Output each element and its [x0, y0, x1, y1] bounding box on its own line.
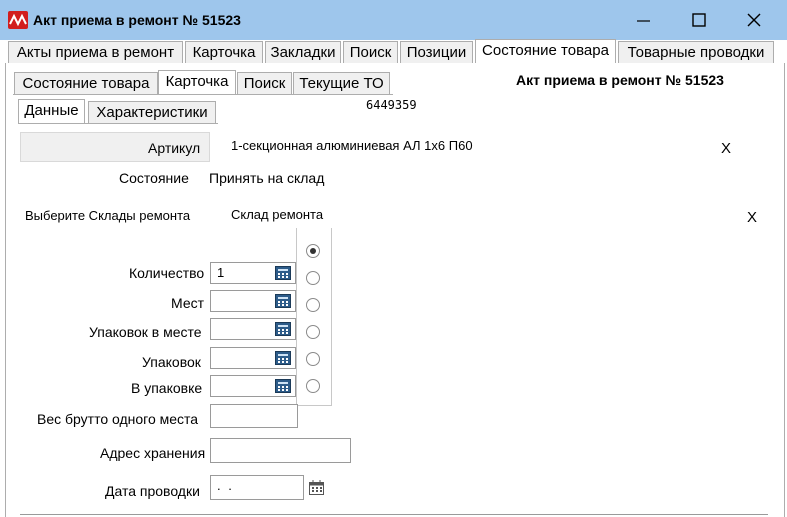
- subtab-search[interactable]: Поиск: [237, 72, 292, 94]
- warehouse-clear-button[interactable]: X: [747, 209, 757, 226]
- posting-date-input[interactable]: . .: [210, 475, 304, 500]
- radio-option[interactable]: [306, 271, 320, 285]
- calculator-icon[interactable]: [275, 322, 291, 336]
- posting-date-label: Дата проводки: [105, 483, 200, 499]
- app-logo-icon: [8, 11, 28, 29]
- in-pack-label: В упаковке: [131, 380, 203, 396]
- article-clear-button[interactable]: X: [721, 140, 731, 157]
- packs-label: Упаковок: [142, 354, 201, 370]
- maximize-icon: [692, 13, 706, 27]
- window-title: Акт приема в ремонт № 51523: [33, 12, 241, 28]
- tab-goods-postings[interactable]: Товарные проводки: [618, 41, 774, 63]
- radio-option[interactable]: [306, 352, 320, 366]
- state-value: Принять на склад: [209, 170, 325, 186]
- warehouse-value[interactable]: Склад ремонта: [231, 207, 323, 222]
- maximize-button[interactable]: [676, 5, 722, 35]
- subtab-goods-state[interactable]: Состояние товара: [14, 72, 158, 94]
- tab-positions[interactable]: Позиции: [400, 41, 473, 63]
- gross-weight-label: Вес брутто одного места: [37, 411, 199, 427]
- article-value[interactable]: 1-секционная алюминиевая АЛ 1х6 П60: [231, 138, 473, 153]
- radio-selected-dot: [310, 248, 316, 254]
- bottom-divider: [20, 514, 768, 515]
- innertab-characteristics[interactable]: Характеристики: [88, 101, 216, 123]
- places-label: Мест: [171, 295, 205, 311]
- radio-option[interactable]: [306, 379, 320, 393]
- subtab-card[interactable]: Карточка: [158, 70, 236, 94]
- state-label: Состояние: [119, 170, 189, 186]
- calculator-icon[interactable]: [275, 379, 291, 393]
- minimize-icon: [637, 20, 650, 22]
- code-field: 6449359: [360, 96, 434, 120]
- radio-option[interactable]: [306, 244, 320, 258]
- close-icon: [747, 13, 761, 27]
- packs-in-place-label: Упаковок в месте: [89, 324, 202, 340]
- calculator-icon[interactable]: [275, 266, 291, 280]
- tab-repair-acts[interactable]: Акты приема в ремонт: [8, 41, 183, 63]
- gross-weight-input[interactable]: [210, 404, 298, 428]
- calculator-icon[interactable]: [275, 294, 291, 308]
- tab-goods-state[interactable]: Состояние товара: [475, 39, 616, 63]
- storage-address-label: Адрес хранения: [100, 445, 206, 461]
- calculator-icon[interactable]: [275, 351, 291, 365]
- tab-bookmarks[interactable]: Закладки: [265, 41, 341, 63]
- quantity-label: Количество: [129, 265, 205, 281]
- subtab-current-to[interactable]: Текущие ТО: [293, 72, 390, 94]
- document-header: Акт приема в ремонт № 51523: [516, 72, 724, 88]
- radio-option[interactable]: [306, 325, 320, 339]
- article-label: Артикул: [148, 140, 201, 156]
- warehouse-label: Выберите Склады ремонта: [25, 208, 191, 223]
- storage-address-input[interactable]: [210, 438, 351, 463]
- radio-option[interactable]: [306, 298, 320, 312]
- tab-search[interactable]: Поиск: [343, 41, 398, 63]
- innertab-data[interactable]: Данные: [18, 99, 85, 123]
- close-button[interactable]: [731, 5, 777, 35]
- tab-card[interactable]: Карточка: [185, 41, 263, 63]
- calendar-icon[interactable]: [309, 480, 324, 495]
- minimize-button[interactable]: [621, 5, 667, 35]
